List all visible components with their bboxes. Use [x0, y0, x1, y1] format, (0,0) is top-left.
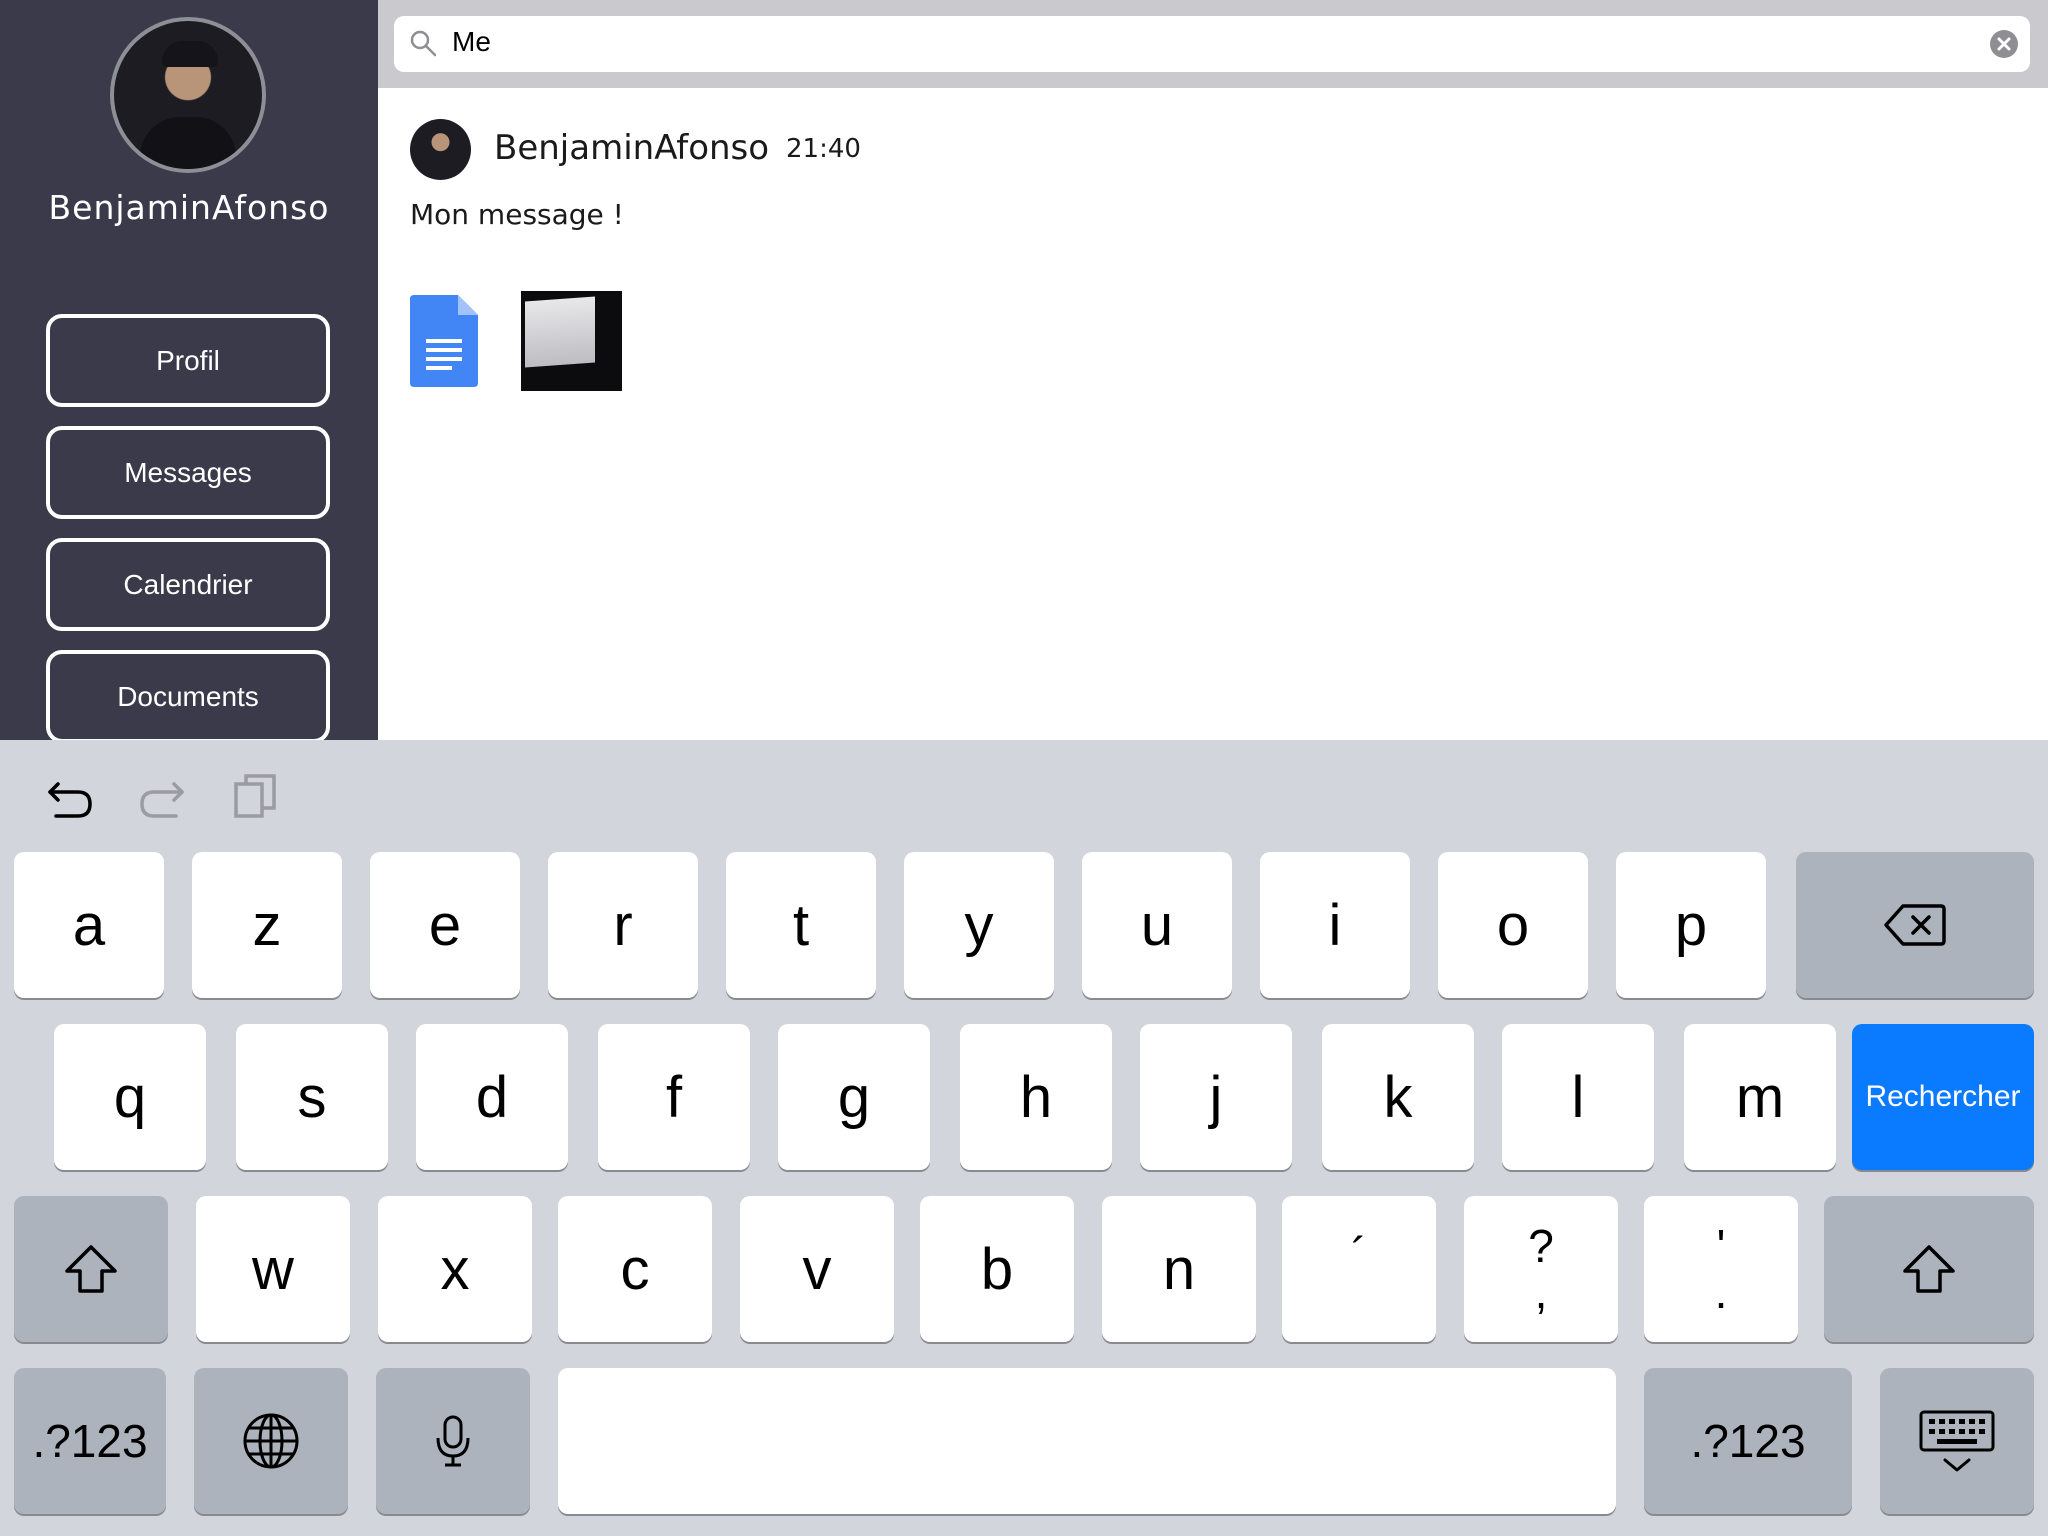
microphone-icon [436, 1415, 470, 1467]
key-question-comma[interactable]: ? , [1464, 1196, 1618, 1342]
key-a[interactable]: a [14, 852, 164, 998]
key-r[interactable]: r [548, 852, 698, 998]
search-bar: Me [378, 0, 2048, 88]
key-t[interactable]: t [726, 852, 876, 998]
globe-key[interactable] [194, 1368, 348, 1514]
key-v[interactable]: v [740, 1196, 894, 1342]
key-q[interactable]: q [54, 1024, 206, 1170]
backspace-icon [1884, 904, 1946, 946]
search-icon [410, 30, 437, 57]
backspace-key[interactable] [1796, 852, 2034, 998]
key-k[interactable]: k [1322, 1024, 1474, 1170]
message-time: 21:40 [786, 134, 861, 164]
key-j[interactable]: j [1140, 1024, 1292, 1170]
document-icon[interactable] [410, 295, 478, 387]
message-avatar [410, 119, 471, 180]
key-o[interactable]: o [1438, 852, 1588, 998]
numbers-key-right[interactable]: .?123 [1644, 1368, 1852, 1514]
search-key[interactable]: Rechercher [1852, 1024, 2034, 1170]
key-u[interactable]: u [1082, 852, 1232, 998]
sidebar: BenjaminAfonso Profil Messages Calendrie… [0, 0, 378, 743]
key-g[interactable]: g [778, 1024, 930, 1170]
key-i[interactable]: i [1260, 852, 1410, 998]
profile-avatar[interactable] [110, 17, 266, 173]
numbers-key-left[interactable]: .?123 [14, 1368, 166, 1514]
shift-key-left[interactable] [14, 1196, 168, 1342]
space-key[interactable] [558, 1368, 1616, 1514]
keyboard: a z e r t y u i o p q s d f g h j k l m … [0, 740, 2048, 1536]
paste-icon[interactable] [230, 770, 282, 822]
key-f[interactable]: f [598, 1024, 750, 1170]
redo-icon[interactable] [136, 770, 188, 822]
search-input[interactable]: Me [394, 16, 2030, 72]
key-x[interactable]: x [378, 1196, 532, 1342]
image-thumbnail[interactable] [521, 291, 622, 391]
key-b[interactable]: b [920, 1196, 1074, 1342]
message-text: Mon message ! [410, 198, 624, 231]
key-d[interactable]: d [416, 1024, 568, 1170]
key-c[interactable]: c [558, 1196, 712, 1342]
key-accent-top: ´ [1351, 1228, 1367, 1280]
microphone-key[interactable] [376, 1368, 530, 1514]
profil-button[interactable]: Profil [46, 314, 330, 407]
key-h[interactable]: h [960, 1024, 1112, 1170]
shift-icon [1903, 1245, 1955, 1293]
clear-icon[interactable] [1990, 30, 2018, 58]
messages-button[interactable]: Messages [46, 426, 330, 519]
shift-icon [65, 1245, 117, 1293]
key-w[interactable]: w [196, 1196, 350, 1342]
key-y[interactable]: y [904, 852, 1054, 998]
key-l[interactable]: l [1502, 1024, 1654, 1170]
key-apostrophe-period[interactable]: ' . [1644, 1196, 1798, 1342]
undo-icon[interactable] [44, 770, 96, 822]
key-accent[interactable]: ´ [1282, 1196, 1436, 1342]
search-value: Me [452, 26, 491, 57]
key-s[interactable]: s [236, 1024, 388, 1170]
key-z[interactable]: z [192, 852, 342, 998]
documents-button[interactable]: Documents [46, 650, 330, 743]
calendrier-button[interactable]: Calendrier [46, 538, 330, 631]
key-apostrophe: ' [1716, 1220, 1726, 1272]
key-m[interactable]: m [1684, 1024, 1836, 1170]
keyboard-dismiss-icon [1919, 1410, 1995, 1472]
key-question: ? [1528, 1220, 1554, 1272]
key-comma: , [1534, 1266, 1548, 1318]
key-e[interactable]: e [370, 852, 520, 998]
key-n[interactable]: n [1102, 1196, 1256, 1342]
key-p[interactable]: p [1616, 852, 1766, 998]
sidebar-username: BenjaminAfonso [48, 188, 330, 227]
dismiss-keyboard-key[interactable] [1880, 1368, 2034, 1514]
message-author: BenjaminAfonso [494, 128, 770, 168]
key-period: . [1714, 1266, 1728, 1318]
globe-icon [243, 1413, 299, 1469]
shift-key-right[interactable] [1824, 1196, 2034, 1342]
